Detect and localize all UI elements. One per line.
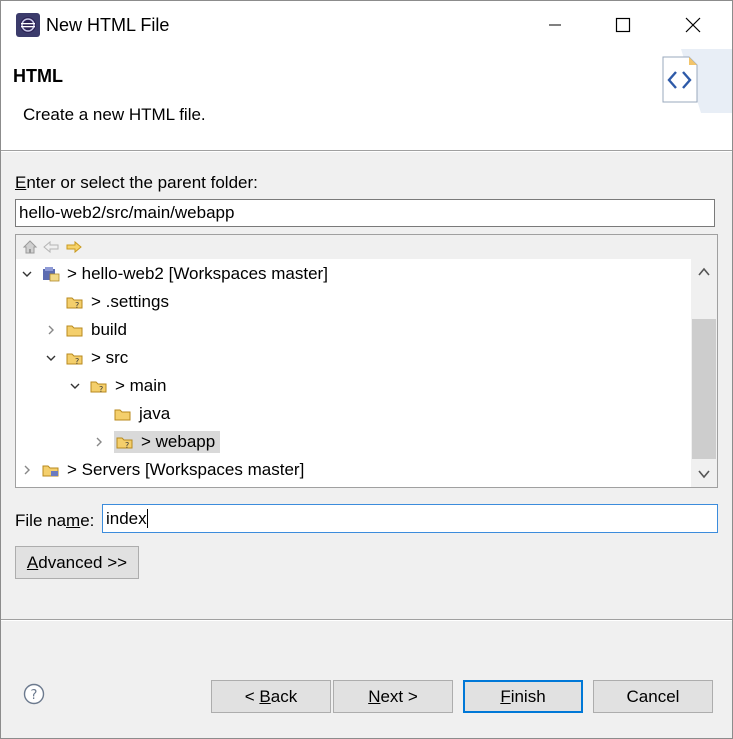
help-icon[interactable]: ? (23, 683, 45, 705)
cancel-button[interactable]: Cancel (593, 680, 713, 713)
text-caret (146, 509, 148, 528)
close-icon (685, 17, 701, 33)
tree-toolbar (16, 235, 717, 259)
chevron-down-icon[interactable] (68, 379, 82, 393)
tree-item-label: > webapp (141, 432, 216, 451)
folder-git-icon: ? (66, 297, 83, 310)
html-file-wizard-icon (662, 49, 732, 113)
banner-description: Create a new HTML file. (23, 105, 206, 124)
back-button[interactable]: < Back (211, 680, 331, 713)
tree-item-build[interactable]: build (44, 317, 130, 343)
tree-item-label: > Servers [Workspaces master] (67, 460, 305, 479)
svg-text:?: ? (75, 301, 79, 310)
selection-highlight: ? > webapp (114, 431, 221, 453)
advanced-button[interactable]: Advanced >> (15, 546, 139, 579)
scroll-down-icon[interactable] (697, 467, 711, 481)
folder-git-icon: ? (66, 353, 83, 366)
close-button[interactable] (669, 1, 717, 49)
tree-item-label: build (91, 320, 127, 339)
project-folder-icon (42, 465, 59, 477)
header-separator-highlight (1, 151, 732, 152)
chevron-right-icon[interactable] (92, 435, 106, 449)
eclipse-app-icon (16, 13, 40, 37)
tree-item-hello-web2[interactable]: > hello-web2 [Workspaces master] (20, 261, 331, 287)
tree-item-main[interactable]: ? > main (68, 373, 170, 399)
project-icon (43, 267, 60, 282)
parent-folder-label: Enter or select the parent folder: (15, 173, 258, 192)
svg-text:?: ? (75, 357, 79, 366)
tree-item-label: > hello-web2 [Workspaces master] (67, 264, 328, 283)
window-title: New HTML File (46, 15, 170, 35)
parent-folder-input[interactable]: hello-web2/src/main/webapp (15, 199, 715, 227)
tree-item-servers[interactable]: > Servers [Workspaces master] (20, 457, 307, 483)
tree-scrollbar[interactable] (691, 259, 717, 487)
title-bar: New HTML File (1, 1, 732, 49)
svg-text:?: ? (99, 385, 103, 394)
next-button[interactable]: Next > (333, 680, 453, 713)
wizard-banner: HTML Create a new HTML file. (1, 49, 732, 150)
home-icon[interactable] (22, 239, 38, 255)
tree-rows: > hello-web2 [Workspaces master] ? > .se… (16, 259, 692, 487)
maximize-icon (615, 17, 631, 33)
tree-item-java[interactable]: java (92, 401, 173, 427)
chevron-down-icon[interactable] (44, 351, 58, 365)
tree-item-label: java (139, 404, 171, 423)
folder-git-icon: ? (116, 437, 133, 450)
svg-text:?: ? (125, 441, 129, 450)
footer-separator-highlight (1, 620, 732, 621)
folder-git-icon: ? (90, 381, 107, 394)
folder-icon (66, 325, 83, 337)
tree-item-label: > .settings (91, 292, 169, 311)
new-html-file-dialog: New HTML File HTML Create a new HTML fil… (0, 0, 733, 739)
banner-title: HTML (13, 66, 63, 86)
tree-item-src[interactable]: ? > src (44, 345, 131, 371)
file-name-input[interactable]: index (102, 504, 718, 533)
minimize-button[interactable] (531, 1, 579, 49)
svg-text:?: ? (31, 688, 38, 703)
minimize-icon (549, 24, 561, 26)
tree-item-label: > src (91, 348, 129, 367)
tree-item-settings[interactable]: ? > .settings (44, 289, 172, 315)
forward-arrow-icon[interactable] (66, 239, 82, 255)
scrollbar-thumb[interactable] (692, 319, 716, 459)
chevron-down-icon[interactable] (20, 267, 34, 281)
folder-icon (114, 409, 131, 421)
finish-button[interactable]: Finish (463, 680, 583, 713)
file-name-value: index (106, 509, 147, 528)
tree-item-webapp[interactable]: ? > webapp (92, 429, 221, 455)
back-arrow-icon[interactable] (43, 239, 59, 255)
tree-item-label: > main (115, 376, 167, 395)
chevron-right-icon[interactable] (44, 323, 58, 337)
maximize-button[interactable] (599, 1, 647, 49)
folder-tree: > hello-web2 [Workspaces master] ? > .se… (15, 234, 718, 488)
file-name-label: File name: (15, 511, 95, 530)
chevron-right-icon[interactable] (20, 463, 34, 477)
scroll-up-icon[interactable] (697, 265, 711, 279)
